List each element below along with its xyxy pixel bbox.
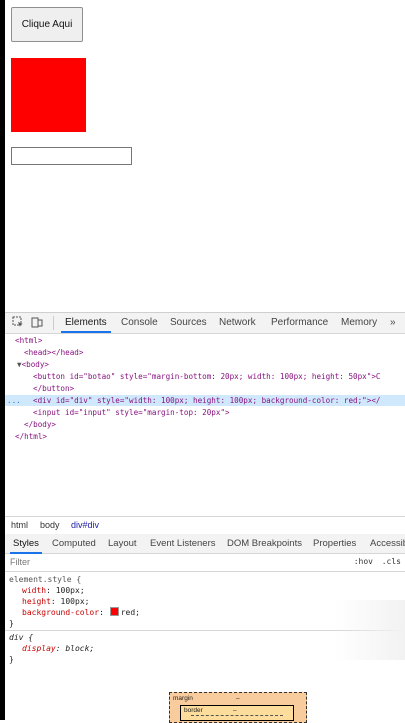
box-model-margin: margin – border –: [169, 692, 307, 723]
dom-line-body[interactable]: ▼<body>: [5, 359, 405, 370]
inspect-icon[interactable]: [12, 316, 24, 328]
cls-toggle[interactable]: .cls: [382, 557, 401, 566]
dom-line-html-close[interactable]: </html>: [5, 431, 405, 442]
div-rule-selector: div {: [9, 633, 34, 642]
dom-line-div-selected[interactable]: <div id="div" style="width: 100px; heigh…: [5, 395, 405, 406]
devtools-panel: Elements Console Sources Network Perform…: [5, 312, 405, 723]
box-model-padding: [191, 715, 283, 720]
div-rule-close: }: [9, 655, 14, 664]
element-style-selector: element.style {: [9, 575, 82, 584]
dom-line-head[interactable]: <head></head>: [5, 347, 405, 358]
elements-tree: <html> <head></head> ▼<body> <button id=…: [5, 334, 405, 516]
dom-line-input[interactable]: <input id="input" style="margin-top: 20p…: [5, 407, 405, 418]
prop-value: 100px;: [55, 586, 85, 595]
tab-network[interactable]: Network: [219, 317, 256, 328]
prop-value: red;: [120, 608, 140, 617]
tab-performance[interactable]: Performance: [271, 317, 328, 328]
dom-line-body-close[interactable]: </body>: [5, 419, 405, 430]
hov-toggle[interactable]: :hov: [354, 557, 373, 566]
rendered-page: Clique Aqui: [5, 0, 405, 312]
dom-line-text: <html>: [15, 336, 43, 345]
toolbar-divider: [53, 316, 54, 330]
dom-line-text: <body>: [21, 360, 50, 369]
page-text-input[interactable]: [11, 147, 132, 165]
device-toolbar-icon[interactable]: [31, 316, 43, 328]
dom-line-button-close[interactable]: </button>: [5, 383, 405, 394]
styles-filter-bar: Filter :hov .cls: [5, 554, 405, 572]
box-model-border: border –: [180, 705, 294, 721]
tab-dom-breakpoints[interactable]: DOM Breakpoints: [227, 538, 302, 549]
edge-fade: [335, 600, 405, 660]
dom-line-text: </button>: [33, 384, 75, 393]
dom-line-text: <button id="botao" style="margin-bottom:…: [33, 372, 381, 381]
red-div-box: [11, 58, 86, 132]
breadcrumb-body[interactable]: body: [40, 520, 60, 530]
dom-line-text: </body>: [24, 420, 57, 429]
dom-line-text: <head></head>: [24, 348, 84, 357]
selected-marker: ...: [7, 396, 21, 405]
element-style-close: }: [9, 619, 14, 628]
tab-computed[interactable]: Computed: [52, 538, 96, 549]
style-prop-height[interactable]: height: 100px;: [22, 596, 89, 607]
dom-line-text: <div id="div" style="width: 100px; heigh…: [33, 396, 381, 405]
margin-label: margin: [173, 695, 193, 702]
tab-elements[interactable]: Elements: [61, 317, 111, 333]
prop-value: block;: [65, 644, 95, 653]
prop-name: height: [22, 597, 51, 606]
filter-input[interactable]: Filter: [10, 557, 30, 567]
tab-layout[interactable]: Layout: [108, 538, 137, 549]
style-prop-width[interactable]: width: 100px;: [22, 585, 85, 596]
margin-value[interactable]: –: [236, 695, 240, 702]
color-swatch-icon[interactable]: [109, 607, 119, 616]
div-rule-display: display: block;: [22, 644, 95, 653]
tab-memory[interactable]: Memory: [341, 317, 377, 328]
style-prop-background-color[interactable]: background-color: red;: [22, 607, 140, 618]
tab-event-listeners[interactable]: Event Listeners: [150, 538, 215, 549]
tab-accessibility[interactable]: Accessib: [370, 538, 405, 549]
dom-line-text: </html>: [15, 432, 48, 441]
breadcrumb: html body div#div: [5, 516, 405, 535]
tab-sources[interactable]: Sources: [170, 317, 207, 328]
prop-value: 100px;: [60, 597, 90, 606]
border-value[interactable]: –: [233, 707, 237, 714]
prop-name: width: [22, 586, 47, 595]
styles-tab-bar: Styles Computed Layout Event Listeners D…: [5, 534, 405, 554]
prop-name: background-color: [22, 608, 100, 617]
more-tabs-icon[interactable]: »: [390, 317, 396, 328]
devtools-tab-bar: Elements Console Sources Network Perform…: [5, 313, 405, 334]
clique-aqui-button[interactable]: Clique Aqui: [11, 7, 83, 42]
breadcrumb-div[interactable]: div#div: [71, 520, 99, 530]
tab-properties[interactable]: Properties: [313, 538, 356, 549]
tab-console[interactable]: Console: [121, 317, 158, 328]
dom-line-html[interactable]: <html>: [5, 335, 405, 346]
styles-pane: element.style { width: 100px; height: 10…: [5, 572, 405, 672]
prop-name: display: [22, 644, 56, 653]
breadcrumb-html[interactable]: html: [11, 520, 28, 530]
dom-line-button[interactable]: <button id="botao" style="margin-bottom:…: [5, 371, 405, 382]
dom-line-text: <input id="input" style="margin-top: 20p…: [33, 408, 230, 417]
border-label: border: [184, 707, 203, 714]
tab-styles[interactable]: Styles: [10, 538, 42, 554]
